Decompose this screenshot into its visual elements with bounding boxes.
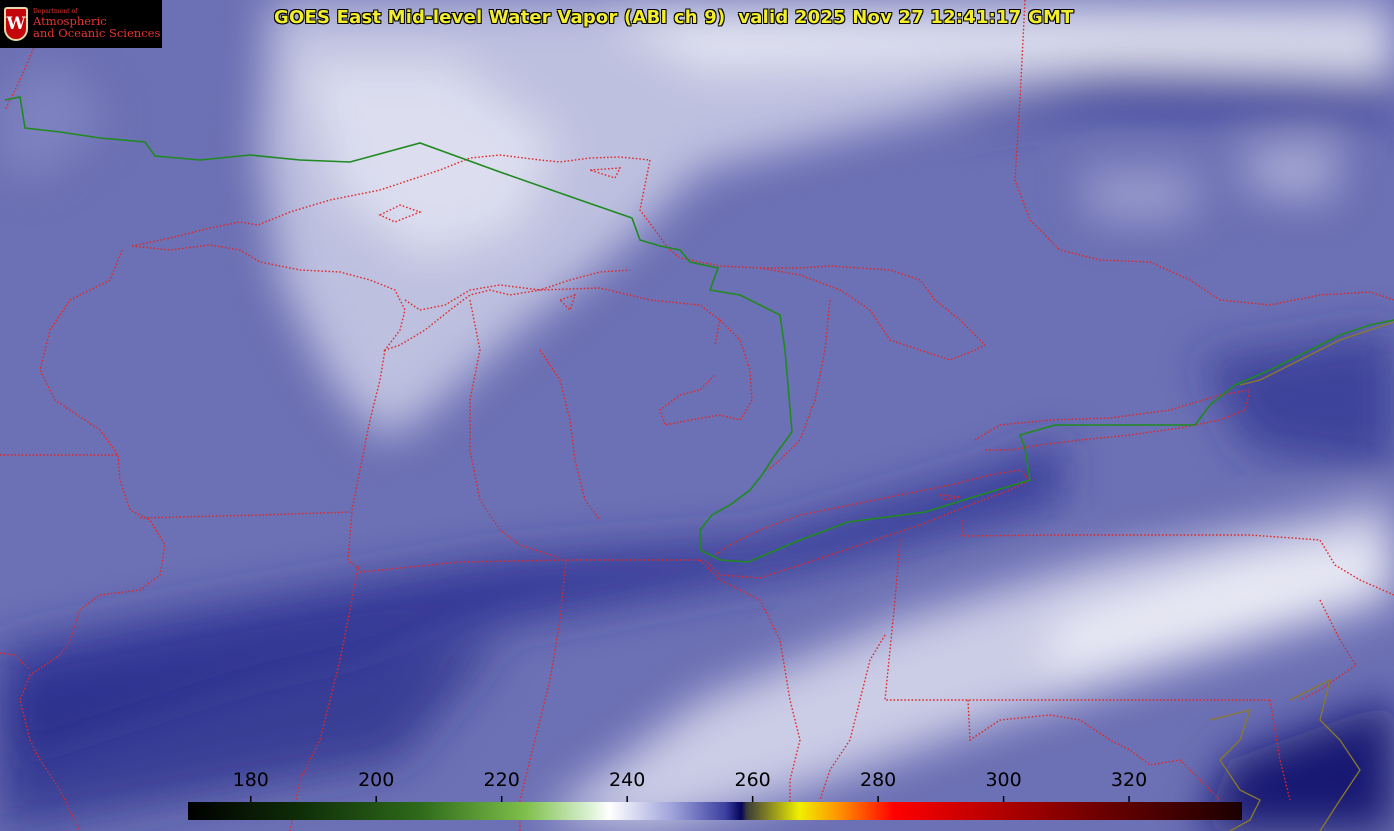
colorbar-tick-label: 180	[232, 769, 269, 791]
colorbar-tick-label: 200	[358, 769, 395, 791]
colorbar-tick-label: 240	[609, 769, 646, 791]
colorbar-tick-label: 320	[1110, 769, 1148, 791]
colorbar-labels: 180 200 220 240 260 280 300 320	[0, 769, 1394, 795]
colorbar-tick-label: 220	[483, 769, 520, 791]
department-line-2: and Oceanic Sciences	[33, 26, 161, 41]
map-title: GOES East Mid-level Water Vapor (ABI ch …	[274, 7, 1074, 28]
university-logo: W Department of Atmospheric and Oceanic …	[0, 0, 162, 48]
colorbar-tick-label: 280	[859, 769, 897, 791]
temperature-colorbar	[188, 802, 1242, 820]
colorbar-tick-label: 300	[985, 769, 1022, 791]
department-name: Department of Atmospheric and Oceanic Sc…	[33, 8, 161, 41]
university-shield-icon: W	[4, 7, 28, 41]
water-vapor-map	[0, 0, 1394, 831]
colorbar-tick-label: 260	[734, 769, 771, 791]
